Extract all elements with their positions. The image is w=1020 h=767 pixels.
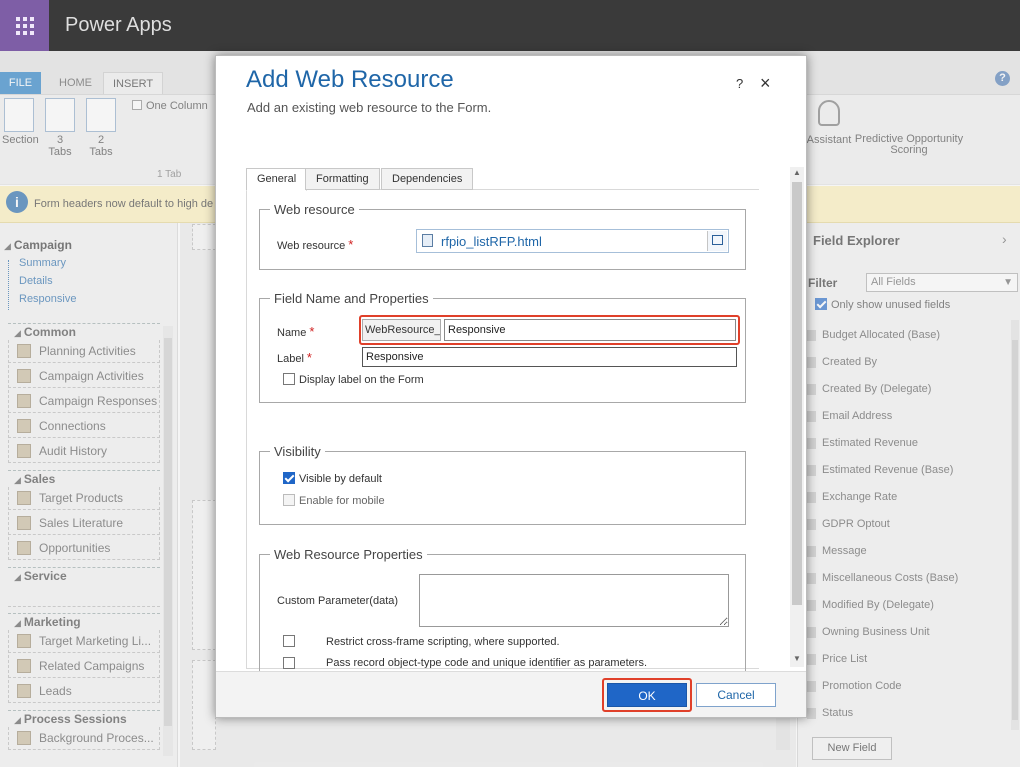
app-launcher-button[interactable] [0, 0, 49, 51]
visibility-legend: Visibility [274, 444, 321, 459]
field-name-legend: Field Name and Properties [274, 291, 429, 306]
label-input[interactable] [362, 347, 737, 367]
custom-parameter-label: Custom Parameter(data) [277, 595, 399, 607]
tab-general[interactable]: General [246, 168, 308, 191]
checkbox-unchecked-icon [283, 373, 295, 385]
lookup-icon[interactable] [707, 231, 727, 251]
properties-legend: Web Resource Properties [274, 547, 423, 562]
ok-button[interactable]: OK [607, 683, 687, 707]
web-resource-label: Web resource * [277, 237, 354, 252]
pass-record-label: Pass record object-type code and unique … [326, 657, 648, 668]
scroll-up-icon[interactable]: ▲ [793, 168, 801, 177]
scroll-down-icon[interactable]: ▼ [793, 654, 801, 663]
pass-record-checkbox[interactable] [283, 656, 299, 670]
checkbox-unchecked-icon [283, 657, 295, 669]
app-title: Power Apps [65, 14, 172, 36]
checkbox-unchecked-icon [283, 635, 295, 647]
waffle-icon [15, 16, 34, 35]
tab-formatting[interactable]: Formatting [305, 168, 380, 190]
web-resource-value: rfpio_listRFP.html [441, 234, 542, 249]
cancel-button[interactable]: Cancel [696, 683, 776, 707]
dialog-scroll-thumb[interactable] [792, 182, 802, 605]
web-resource-legend: Web resource [274, 202, 355, 217]
enable-for-mobile-checkbox[interactable]: Enable for mobile [283, 494, 385, 507]
display-label-checkbox[interactable]: Display label on the Form [283, 373, 424, 386]
web-resource-lookup-input[interactable]: rfpio_listRFP.html [416, 229, 729, 253]
tab-dependencies[interactable]: Dependencies [381, 168, 474, 190]
checkbox-checked-icon [283, 472, 295, 484]
html-file-icon [422, 234, 433, 247]
close-icon[interactable]: × [760, 73, 771, 94]
visible-by-default-checkbox[interactable]: Visible by default [283, 472, 382, 485]
label-label: Label * [277, 350, 312, 365]
custom-parameter-input[interactable] [419, 574, 729, 627]
dialog-help-button[interactable]: ? [736, 76, 743, 91]
dialog-subtitle: Add an existing web resource to the Form… [247, 100, 492, 115]
name-highlight-box [359, 315, 740, 345]
restrict-cross-frame-label: Restrict cross-frame scripting, where su… [326, 636, 560, 648]
dialog-title: Add Web Resource [246, 66, 454, 93]
checkbox-disabled-icon [283, 494, 295, 506]
name-label: Name * [277, 324, 315, 339]
restrict-cross-frame-checkbox[interactable] [283, 634, 299, 648]
